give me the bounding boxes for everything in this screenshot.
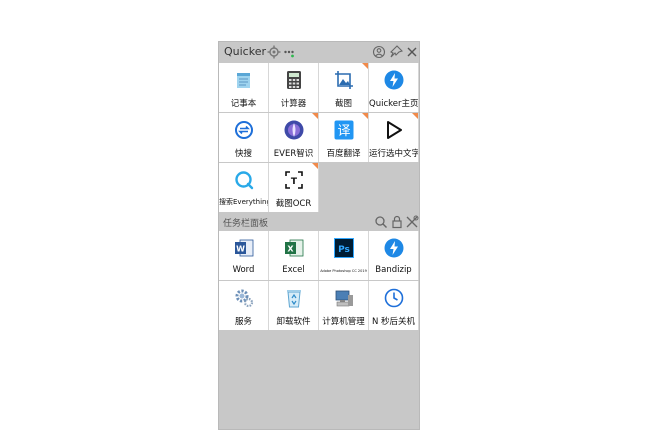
quicker-panel: Quicker 记事本 计算器 截图 Quicker主页 快搜 EVER智识 译… [218,41,420,430]
action-label: 截图 [334,99,352,109]
lock-icon[interactable] [390,215,404,229]
svg-text:Ps: Ps [338,245,350,255]
action-quicker-home[interactable]: Quicker主页 [369,63,419,112]
ever-icon [284,120,304,140]
bandizip-icon [384,238,404,258]
taskbar-item-bandizip[interactable]: Bandizip [369,231,419,280]
gear-icon[interactable] [267,45,281,59]
everything-search-icon [235,171,254,190]
corner-badge [312,113,318,119]
services-gear-icon [235,289,254,308]
search-icon[interactable] [374,215,388,229]
notepad-icon [237,73,250,88]
action-label: EVER智识 [273,149,314,159]
taskbar-grid: W Word X Excel Ps Adobe Photoshop CC 201… [219,231,419,330]
excel-icon: X [285,239,304,257]
action-label: 百度翻译 [326,149,361,159]
action-notepad[interactable]: 记事本 [219,63,269,112]
computer-management-icon [335,290,353,307]
corner-badge [312,163,318,169]
action-ever[interactable]: EVER智识 [269,113,319,162]
pin-icon[interactable] [389,45,403,59]
svg-text:X: X [287,245,294,254]
svg-text:T: T [291,177,298,187]
close-icon[interactable] [405,45,419,59]
section-title: 任务栏面板 [223,219,269,229]
taskbar-item-services[interactable]: 服务 [219,281,269,330]
taskbar-label: Bandizip [375,265,412,275]
recycle-bin-icon [287,290,301,308]
corner-badge [362,113,368,119]
action-label: 记事本 [230,99,257,109]
action-label: 搜索Everything [219,198,268,206]
dots-icon[interactable] [283,45,297,59]
play-icon [387,121,402,139]
action-label: Quicker主页 [369,99,418,109]
title-bar[interactable]: Quicker [219,42,419,62]
taskbar-item-uninstall[interactable]: 卸载软件 [269,281,319,330]
action-search-everything[interactable]: 搜索Everything [219,163,269,212]
screenshot-icon [335,71,353,89]
action-label: 快搜 [234,149,252,159]
action-label: 截图OCR [275,199,312,209]
taskbar-label: N 秒后关机 [371,317,416,327]
action-grid: 记事本 计算器 截图 Quicker主页 快搜 EVER智识 译 百度翻译 运行… [219,63,419,212]
user-icon[interactable] [372,45,386,59]
taskbar-label: Adobe Photoshop CC 2019 [320,269,367,273]
taskbar-label: Word [232,265,255,275]
photoshop-icon: Ps [334,238,354,258]
lightning-icon [384,70,404,90]
action-quick-search[interactable]: 快搜 [219,113,269,162]
word-icon: W [235,239,254,257]
taskbar-label: 卸载软件 [276,317,311,327]
taskbar-item-word[interactable]: W Word [219,231,269,280]
taskbar-panel-header: 任务栏面板 [219,213,419,231]
taskbar-item-excel[interactable]: X Excel [269,231,319,280]
action-label: 运行选中文字 [369,149,418,159]
clock-icon [384,288,404,308]
action-screenshot[interactable]: 截图 [319,63,369,112]
action-label: 计算器 [280,99,307,109]
taskbar-item-photoshop[interactable]: Ps Adobe Photoshop CC 2019 [319,231,369,280]
taskbar-item-shutdown-timer[interactable]: N 秒后关机 [369,281,419,330]
ocr-icon: T [285,171,303,189]
svg-text:译: 译 [337,124,350,139]
taskbar-label: 计算机管理 [322,317,365,327]
search-switch-icon [235,121,253,139]
calculator-icon [287,71,301,89]
window-title: Quicker [224,45,267,58]
empty-slot [319,163,369,212]
empty-slot [369,163,419,212]
taskbar-label: Excel [282,265,305,275]
taskbar-label: 服务 [234,317,252,327]
action-baidu-translate[interactable]: 译 百度翻译 [319,113,369,162]
action-calculator[interactable]: 计算器 [269,63,319,112]
action-screenshot-ocr[interactable]: T 截图OCR [269,163,319,212]
translate-icon: 译 [334,120,354,140]
corner-badge [412,113,418,119]
action-run-selected-text[interactable]: 运行选中文字 [369,113,419,162]
taskbar-item-computer-management[interactable]: 计算机管理 [319,281,369,330]
svg-text:W: W [236,245,245,254]
corner-badge [362,63,368,69]
tools-icon[interactable] [405,215,419,229]
